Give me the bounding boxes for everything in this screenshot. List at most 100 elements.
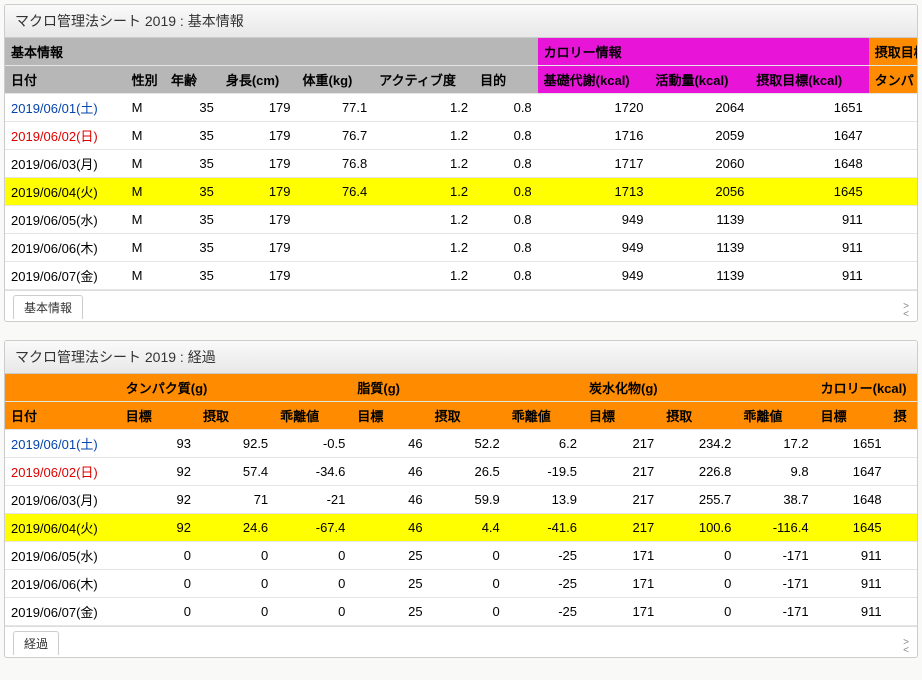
col-date[interactable]: 日付 [5,66,126,94]
weight-cell: 77.1 [297,94,374,122]
header-row: 日付 性別 年齢 身長(cm) 体重(kg) アクティブ度 目的 基礎代謝(kc… [5,66,917,94]
table-row[interactable]: 2019/06/04(火)M3517976.41.20.817132056164… [5,178,917,206]
col-p-diff[interactable]: 乖離値 [274,402,351,430]
protein-target: 0 [120,570,197,598]
height-cell: 179 [220,178,297,206]
cal-target: 1651 [815,430,888,458]
tab-bar-progress: 経過 >< [5,626,917,657]
table-row[interactable]: 2019/06/03(月)9271-214659.913.9217255.738… [5,486,917,514]
protein-intake: 92.5 [197,430,274,458]
activity-cell: 1.2 [373,206,474,234]
col-cal-intake[interactable]: 摂 [888,402,917,430]
col-activity[interactable]: アクティブ度 [373,66,474,94]
sex-cell: M [126,122,165,150]
col-p-target[interactable]: 目標 [120,402,197,430]
purpose-cell: 0.8 [474,122,538,150]
purpose-cell: 0.8 [474,150,538,178]
height-cell: 179 [220,262,297,290]
intake-cell [869,234,917,262]
fat-intake: 0 [429,542,506,570]
carb-intake: 255.7 [660,486,737,514]
purpose-cell: 0.8 [474,206,538,234]
table-row[interactable]: 2019/06/04(火)9224.6-67.4464.4-41.6217100… [5,514,917,542]
group-carb: 炭水化物(g) [583,374,815,402]
tab-progress[interactable]: 経過 [13,631,59,655]
col-date-2[interactable]: 日付 [5,402,120,430]
col-c-diff[interactable]: 乖離値 [737,402,814,430]
col-f-intake[interactable]: 摂取 [429,402,506,430]
panel-title: マクロ管理法シート 2019 : 基本情報 [5,5,917,38]
table-row[interactable]: 2019/06/07(金)M351791.20.89491139911 [5,262,917,290]
protein-intake: 24.6 [197,514,274,542]
col-goal[interactable]: 摂取目標(kcal) [750,66,868,94]
cal-intake [888,458,917,486]
table-row[interactable]: 2019/06/02(日)M3517976.71.20.817162059164… [5,122,917,150]
sex-cell: M [126,150,165,178]
bmr-cell: 949 [538,206,650,234]
act-kcal-cell: 2060 [649,150,750,178]
col-purpose[interactable]: 目的 [474,66,538,94]
table-row[interactable]: 2019/06/05(水)M351791.20.89491139911 [5,206,917,234]
col-age[interactable]: 年齢 [165,66,220,94]
table-row[interactable]: 2019/06/05(水)000250-251710-171911 [5,542,917,570]
date-cell: 2019/06/06(木) [5,234,126,262]
protein-target: 93 [120,430,197,458]
tab-basic-info[interactable]: 基本情報 [13,295,83,319]
carb-target: 217 [583,458,660,486]
col-p-intake[interactable]: 摂取 [197,402,274,430]
carb-diff: -171 [737,542,814,570]
purpose-cell: 0.8 [474,178,538,206]
fat-intake: 26.5 [429,458,506,486]
col-sex[interactable]: 性別 [126,66,165,94]
carb-target: 171 [583,570,660,598]
col-protein[interactable]: タンパ [869,66,917,94]
height-cell: 179 [220,94,297,122]
fat-diff: -25 [506,598,583,626]
col-height[interactable]: 身長(cm) [220,66,297,94]
date-cell: 2019/06/05(水) [5,542,120,570]
col-cal-target[interactable]: 目標 [815,402,888,430]
carb-intake: 100.6 [660,514,737,542]
cal-intake [888,486,917,514]
fat-target: 25 [351,542,428,570]
weight-cell [297,206,374,234]
date-cell: 2019/06/05(水) [5,206,126,234]
table-row[interactable]: 2019/06/06(木)M351791.20.89491139911 [5,234,917,262]
weight-cell: 76.4 [297,178,374,206]
col-weight[interactable]: 体重(kg) [297,66,374,94]
col-bmr[interactable]: 基礎代謝(kcal) [538,66,650,94]
cal-target: 911 [815,542,888,570]
height-cell: 179 [220,206,297,234]
table-row[interactable]: 2019/06/07(金)000250-251710-171911 [5,598,917,626]
intake-cell [869,178,917,206]
col-f-target[interactable]: 目標 [351,402,428,430]
age-cell: 35 [165,94,220,122]
goal-cell: 1651 [750,94,868,122]
protein-target: 0 [120,598,197,626]
progress-table-wrap: タンパク質(g) 脂質(g) 炭水化物(g) カロリー(kcal) 日付 目標 … [5,374,917,626]
carb-intake: 234.2 [660,430,737,458]
fat-intake: 4.4 [429,514,506,542]
col-c-target[interactable]: 目標 [583,402,660,430]
date-cell: 2019/06/04(火) [5,178,126,206]
col-c-intake[interactable]: 摂取 [660,402,737,430]
carb-diff: -171 [737,570,814,598]
date-cell: 2019/06/02(日) [5,458,120,486]
scroll-arrows-icon-2[interactable]: >< [903,639,909,655]
table-row[interactable]: 2019/06/02(日)9257.4-34.64626.5-19.521722… [5,458,917,486]
col-f-diff[interactable]: 乖離値 [506,402,583,430]
scroll-arrows-icon[interactable]: >< [903,303,909,319]
col-act-kcal[interactable]: 活動量(kcal) [649,66,750,94]
fat-diff: -25 [506,570,583,598]
cal-target: 1645 [815,514,888,542]
table-row[interactable]: 2019/06/06(木)000250-251710-171911 [5,570,917,598]
table-row[interactable]: 2019/06/03(月)M3517976.81.20.817172060164… [5,150,917,178]
sex-cell: M [126,234,165,262]
act-kcal-cell: 2064 [649,94,750,122]
bmr-cell: 1716 [538,122,650,150]
table-row[interactable]: 2019/06/01(土)M3517977.11.20.817202064165… [5,94,917,122]
group-fat: 脂質(g) [351,374,583,402]
activity-cell: 1.2 [373,122,474,150]
table-row[interactable]: 2019/06/01(土)9392.5-0.54652.26.2217234.2… [5,430,917,458]
fat-diff: 6.2 [506,430,583,458]
